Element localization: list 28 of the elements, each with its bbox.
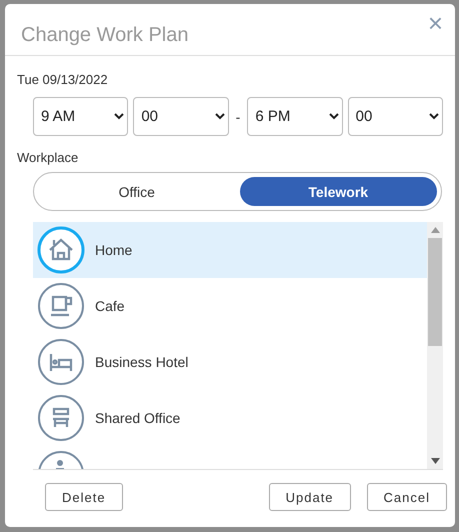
date-label: Tue 09/13/2022	[17, 72, 109, 87]
dialog-title: Change Work Plan	[21, 24, 188, 47]
time-separator: -	[234, 108, 242, 124]
place-item[interactable]: Cafe	[33, 278, 427, 334]
update-button[interactable]: Update	[268, 483, 351, 511]
place-item[interactable]: Shared Office	[33, 390, 427, 446]
cancel-button[interactable]: Cancel	[366, 483, 447, 511]
scroll-up-icon[interactable]	[430, 227, 440, 233]
place-name: Cafe	[95, 298, 125, 314]
desk-icon	[37, 394, 85, 442]
delete-button[interactable]: Delete	[45, 483, 123, 511]
bed-icon	[37, 338, 85, 386]
workplace-label: Workplace	[17, 150, 80, 165]
workplace-mode-tab[interactable]: Telework	[240, 177, 437, 206]
time-select[interactable]: 00	[133, 97, 229, 136]
place-name: Home	[95, 242, 132, 258]
house-icon	[37, 226, 85, 274]
scroll-down-icon[interactable]	[430, 458, 440, 464]
scrollbar[interactable]	[427, 222, 443, 469]
time-select[interactable]: 6 PM	[247, 97, 343, 136]
time-select[interactable]: 9 AM	[33, 97, 128, 136]
place-name: Shared Office	[95, 410, 180, 426]
cup-icon	[37, 282, 85, 330]
time-select[interactable]: 00	[348, 97, 443, 136]
workplace-mode-tab[interactable]: Office	[38, 177, 236, 206]
place-item[interactable]: Business Hotel	[33, 334, 427, 390]
place-item[interactable]: Home	[33, 222, 427, 278]
place-name: Business Hotel	[95, 354, 188, 370]
